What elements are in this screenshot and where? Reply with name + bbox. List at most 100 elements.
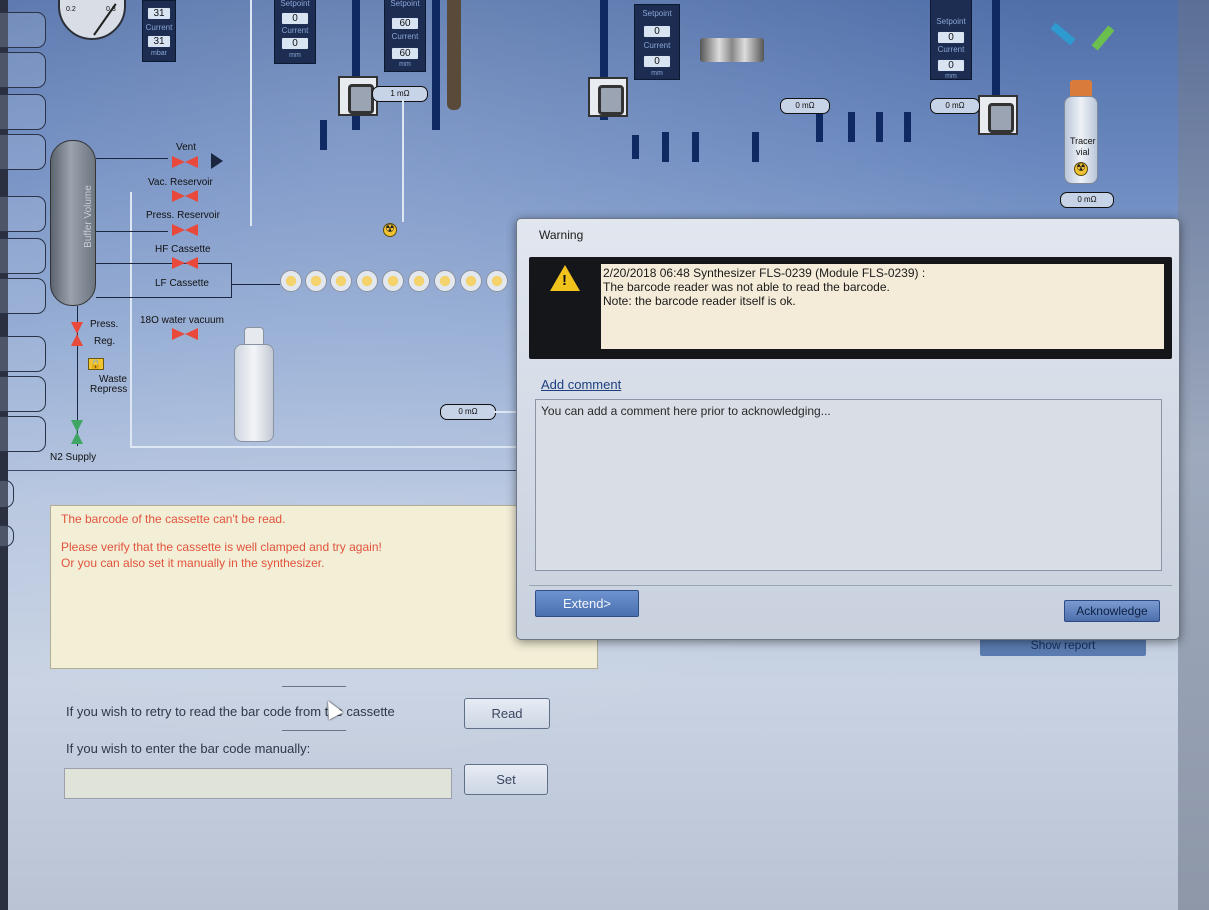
gauge-readout: 31 Current 31 mbar [142,0,176,62]
side-tab-6[interactable] [0,238,46,274]
valve-vent-left[interactable] [172,156,185,168]
stopcock-4[interactable] [356,270,378,292]
comment-textarea[interactable]: You can add a comment here prior to ackn… [535,399,1162,571]
sp3-unit: mm [651,70,663,77]
barcode-input[interactable] [64,768,452,799]
sp3-current: 0 [643,55,671,68]
side-tab-8[interactable] [0,336,46,372]
press-label: Press. [90,319,119,330]
dialog-divider [529,585,1172,586]
valve-18o-right[interactable] [185,328,198,340]
valve-hf-left[interactable] [172,257,185,269]
setpoint-box-1: Setpoint 0 Current 0 mm [274,0,316,64]
stopcock-8[interactable] [460,270,482,292]
extend-button[interactable]: Extend> [535,590,639,617]
sp1-current: 0 [281,37,309,50]
valve-18o-left[interactable] [172,328,185,340]
setpoint-box-3: Setpoint 0 Current 0 mm [634,4,680,80]
resistance-readout-5: 0 mΩ [440,404,496,420]
n2-valve-top[interactable] [71,420,83,432]
lock-icon: 🔒 [88,358,104,370]
level-bar-4 [692,132,699,162]
line-vent-reservoir [250,0,252,226]
sp3-current-label: Current [643,41,671,50]
alert-message-box: 2/20/2018 06:48 Synthesizer FLS-0239 (Mo… [601,264,1164,349]
side-tab-10[interactable] [0,416,46,452]
vent-arrow-icon [211,153,223,169]
valve-press-right[interactable] [185,224,198,236]
side-tab-3[interactable] [0,94,46,130]
resistance-readout-3: 0 mΩ [930,98,980,114]
sp4-setpoint: 0 [937,31,965,44]
sp2-unit: mm [399,61,411,68]
set-button[interactable]: Set [464,764,548,795]
setpoint-box-4: Setpoint 0 Current 0 mm [930,0,972,80]
stopcock-6[interactable] [408,270,430,292]
warning-dialog: Warning ! 2/20/2018 06:48 Synthesizer FL… [516,218,1180,640]
sp1-current-label: Current [281,26,309,35]
side-tab-2[interactable] [0,52,46,88]
valve-press-left[interactable] [172,224,185,236]
stopcock-5[interactable] [382,270,404,292]
syringe-plunger [447,0,461,110]
sp4-unit: mm [945,73,957,80]
rail-2 [432,0,440,130]
vial-label: vial [1076,147,1090,157]
reg-label: Reg. [94,336,116,347]
side-tab-5[interactable] [0,196,46,232]
stopcock-2[interactable] [305,270,327,292]
level-bar-6 [816,112,823,142]
pipe-lf-return [96,297,232,298]
repress-label: Repress [90,384,128,395]
add-comment-link[interactable]: Add comment [541,377,621,392]
press-reg-valve-bottom[interactable] [71,334,83,346]
press-reg-valve-top[interactable] [71,322,83,334]
gauge-setpoint: 31 [147,7,171,20]
side-tab-9[interactable] [0,376,46,412]
level-bar-2 [632,135,639,159]
actuator-icon-3[interactable] [978,95,1018,135]
n2-valve-bottom[interactable] [71,432,83,444]
valve-label-18o-water-vacuum: 18O water vacuum [140,315,224,326]
stopcock-7[interactable] [434,270,456,292]
sp2-setpoint: 60 [391,17,419,30]
side-tab-4[interactable] [0,134,46,170]
stopcock-3[interactable] [330,270,352,292]
actuator-icon-2[interactable] [588,77,628,117]
valve-vac-right[interactable] [185,190,198,202]
buffer-volume-label: Buffer Volume [82,185,94,248]
valve-label-lf-cassette: LF Cassette [155,278,209,289]
side-tab-7[interactable] [0,278,46,314]
sp1-setpoint-label: Setpoint [280,0,310,8]
acknowledge-button[interactable]: Acknowledge [1064,600,1160,622]
valve-vent-right[interactable] [185,156,198,168]
error-line-3: Or you can also set it manually in the s… [61,556,325,570]
screen-right-edge [1178,0,1209,910]
sp2-current-label: Current [391,32,419,41]
line-to-dialog [494,411,518,413]
stopcock-9[interactable] [486,270,508,292]
stopcock-1[interactable] [280,270,302,292]
sp2-setpoint-label: Setpoint [390,0,420,8]
error-line-2: Please verify that the cassette is well … [61,540,382,554]
warning-icon: ! [550,265,580,291]
sp3-setpoint: 0 [643,25,671,38]
level-bar-5 [752,132,759,162]
resistance-readout-1: 1 mΩ [372,86,428,102]
dialog-title: Warning [539,228,584,242]
gauge-current-label: Current [145,23,173,32]
sp1-setpoint: 0 [281,12,309,25]
gauge-scale-low: 0.2 [66,6,76,13]
gauge-unit: mbar [151,50,167,57]
alert-message: The barcode reader was not able to read … [603,280,890,294]
valve-vac-left[interactable] [172,190,185,202]
alert-timestamp-source: 2/20/2018 06:48 Synthesizer FLS-0239 (Mo… [603,266,926,280]
read-button[interactable]: Read [464,698,550,729]
resistance-readout-2: 0 mΩ [780,98,830,114]
level-bar-9 [904,112,911,142]
side-tab-1[interactable] [0,12,46,48]
buffer-volume-tank: Buffer Volume [50,140,96,306]
valve-hf-right[interactable] [185,257,198,269]
valve-label-press-reservoir: Press. Reservoir [146,210,220,221]
divider-bottom [282,730,346,731]
